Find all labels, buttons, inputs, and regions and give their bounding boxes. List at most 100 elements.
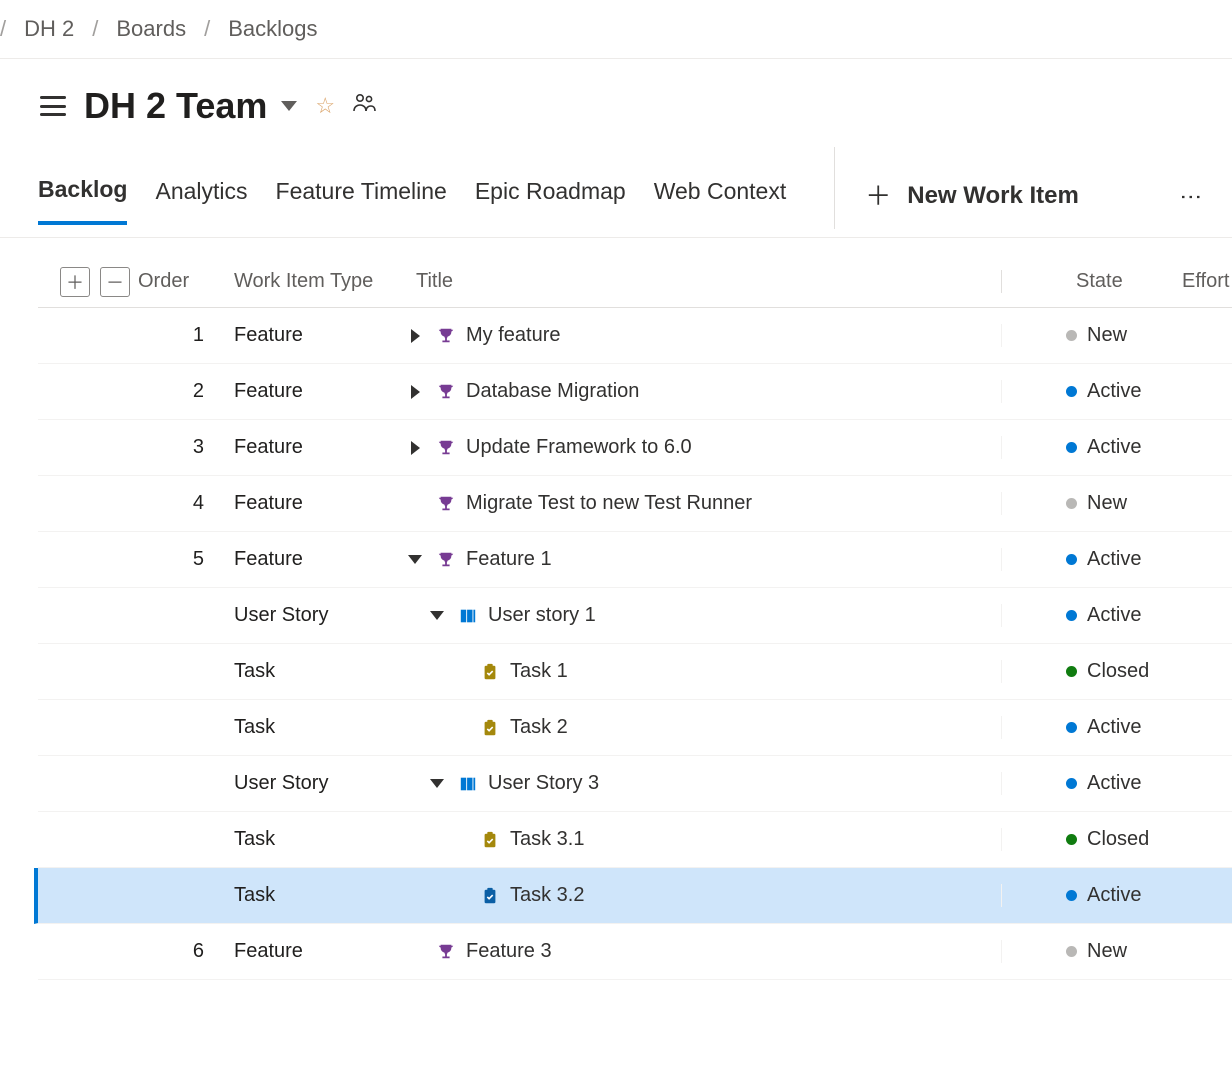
trophy-icon	[436, 439, 456, 457]
table-row[interactable]: 5FeatureFeature 1Active	[38, 532, 1232, 588]
chevron-right-icon[interactable]	[404, 441, 426, 455]
state-dot-icon	[1066, 946, 1077, 957]
chevron-right-icon[interactable]	[404, 385, 426, 399]
breadcrumb-sep: /	[92, 16, 98, 42]
col-order[interactable]: Order	[138, 270, 234, 293]
cell-type: Feature	[234, 548, 404, 571]
state-label: Active	[1087, 436, 1141, 459]
table-row[interactable]: TaskTask 3.2Active	[34, 868, 1232, 924]
table-row[interactable]: 2FeatureDatabase MigrationActive	[38, 364, 1232, 420]
state-dot-icon	[1066, 330, 1077, 341]
clipboard-icon	[480, 831, 500, 849]
cell-title[interactable]: Task 2	[404, 716, 1002, 739]
chevron-right-icon[interactable]	[404, 329, 426, 343]
col-effort[interactable]: Effort	[1172, 270, 1232, 293]
hamburger-icon[interactable]	[40, 96, 66, 116]
state-dot-icon	[1066, 554, 1077, 565]
table-row[interactable]: 4FeatureMigrate Test to new Test RunnerN…	[38, 476, 1232, 532]
tabs: Backlog Analytics Feature Timeline Epic …	[0, 155, 1232, 238]
cell-title[interactable]: Task 3.1	[404, 828, 1002, 851]
breadcrumb-section[interactable]: Boards	[116, 16, 186, 42]
table-row[interactable]: 1FeatureMy feature New	[38, 308, 1232, 364]
cell-type: Task	[234, 660, 404, 683]
table-row[interactable]: 3FeatureUpdate Framework to 6.0Active	[38, 420, 1232, 476]
cell-state: Active	[1002, 380, 1172, 403]
book-icon	[458, 775, 478, 793]
cell-type: User Story	[234, 604, 404, 627]
cell-state: Active	[1002, 884, 1172, 907]
cell-title[interactable]: Task 1	[404, 660, 1002, 683]
cell-order: 1	[138, 324, 234, 347]
table-row[interactable]: User StoryUser Story 3Active	[38, 756, 1232, 812]
tab-web-context[interactable]: Web Context	[654, 170, 787, 223]
favorite-star-icon[interactable]: ☆	[315, 93, 335, 119]
new-work-item-label: New Work Item	[907, 182, 1079, 210]
cell-type: Feature	[234, 436, 404, 459]
breadcrumb-project[interactable]: DH 2	[24, 16, 74, 42]
tab-analytics[interactable]: Analytics	[155, 170, 247, 223]
page-header: DH 2 Team ☆	[0, 59, 1232, 127]
state-label: New	[1087, 324, 1127, 347]
state-dot-icon	[1066, 610, 1077, 621]
collapse-all-button[interactable]: －	[100, 267, 130, 297]
cell-state: New	[1002, 324, 1172, 347]
col-title[interactable]: Title	[404, 270, 1002, 293]
breadcrumb-page[interactable]: Backlogs	[228, 16, 317, 42]
cell-type: Feature	[234, 380, 404, 403]
state-dot-icon	[1066, 722, 1077, 733]
cell-title[interactable]: Feature 1	[404, 548, 1002, 571]
chevron-down-icon[interactable]	[426, 779, 448, 788]
new-work-item-button[interactable]: ＋ New Work Item	[865, 182, 1079, 210]
chevron-down-icon[interactable]	[404, 555, 426, 564]
cell-title[interactable]: My feature	[404, 324, 1002, 347]
cell-state: Closed	[1002, 660, 1172, 683]
tab-epic-roadmap[interactable]: Epic Roadmap	[475, 170, 626, 223]
state-label: New	[1087, 940, 1127, 963]
chevron-down-icon[interactable]	[426, 611, 448, 620]
cell-title[interactable]: Task 3.2	[404, 884, 1002, 907]
state-label: Active	[1087, 716, 1141, 739]
clipboard-icon	[480, 663, 500, 681]
cell-title[interactable]: Database Migration	[404, 380, 1002, 403]
cell-title[interactable]: Update Framework to 6.0	[404, 436, 1002, 459]
cell-title[interactable]: Migrate Test to new Test Runner	[404, 492, 1002, 515]
work-item-title: Task 1	[510, 660, 568, 683]
trophy-icon	[436, 551, 456, 569]
col-type[interactable]: Work Item Type	[234, 270, 404, 293]
cell-title[interactable]: User Story 3	[404, 772, 1002, 795]
plus-icon: ＋	[865, 183, 891, 209]
book-icon	[458, 607, 478, 625]
table-row[interactable]: 6FeatureFeature 3New	[38, 924, 1232, 980]
table-row[interactable]: Task Task 1 Closed	[38, 644, 1232, 700]
state-dot-icon	[1066, 386, 1077, 397]
cell-title[interactable]: Feature 3	[404, 940, 1002, 963]
table-row[interactable]: User StoryUser story 1Active	[38, 588, 1232, 644]
clipboard-icon	[480, 887, 500, 905]
cell-order: 2	[138, 380, 234, 403]
cell-title[interactable]: User story 1	[404, 604, 1002, 627]
work-item-title: User Story 3	[488, 772, 599, 795]
cell-type: Feature	[234, 324, 404, 347]
cell-state: Active	[1002, 604, 1172, 627]
trophy-icon	[436, 943, 456, 961]
work-item-title: Task 3.1	[510, 828, 584, 851]
grid-body: 1FeatureMy featureNew2FeatureDatabase Mi…	[38, 308, 1232, 980]
work-item-title: Feature 3	[466, 940, 552, 963]
state-dot-icon	[1066, 834, 1077, 845]
cell-order: 5	[138, 548, 234, 571]
more-menu-icon[interactable]: ⋮	[1178, 186, 1204, 206]
team-members-icon[interactable]	[353, 93, 377, 119]
team-picker-chevron-icon[interactable]	[281, 101, 297, 111]
breadcrumb: / DH 2 / Boards / Backlogs	[0, 0, 1232, 59]
grid-header: ＋ － Order Work Item Type Title State Eff…	[38, 256, 1232, 308]
clipboard-icon	[480, 719, 500, 737]
table-row[interactable]: TaskTask 3.1Closed	[38, 812, 1232, 868]
col-state[interactable]: State	[1002, 270, 1172, 293]
tab-feature-timeline[interactable]: Feature Timeline	[276, 170, 447, 223]
expand-all-button[interactable]: ＋	[60, 267, 90, 297]
tab-backlog[interactable]: Backlog	[38, 168, 127, 225]
cell-type: Feature	[234, 492, 404, 515]
cell-state: Active	[1002, 548, 1172, 571]
divider	[834, 147, 835, 229]
table-row[interactable]: TaskTask 2Active	[38, 700, 1232, 756]
